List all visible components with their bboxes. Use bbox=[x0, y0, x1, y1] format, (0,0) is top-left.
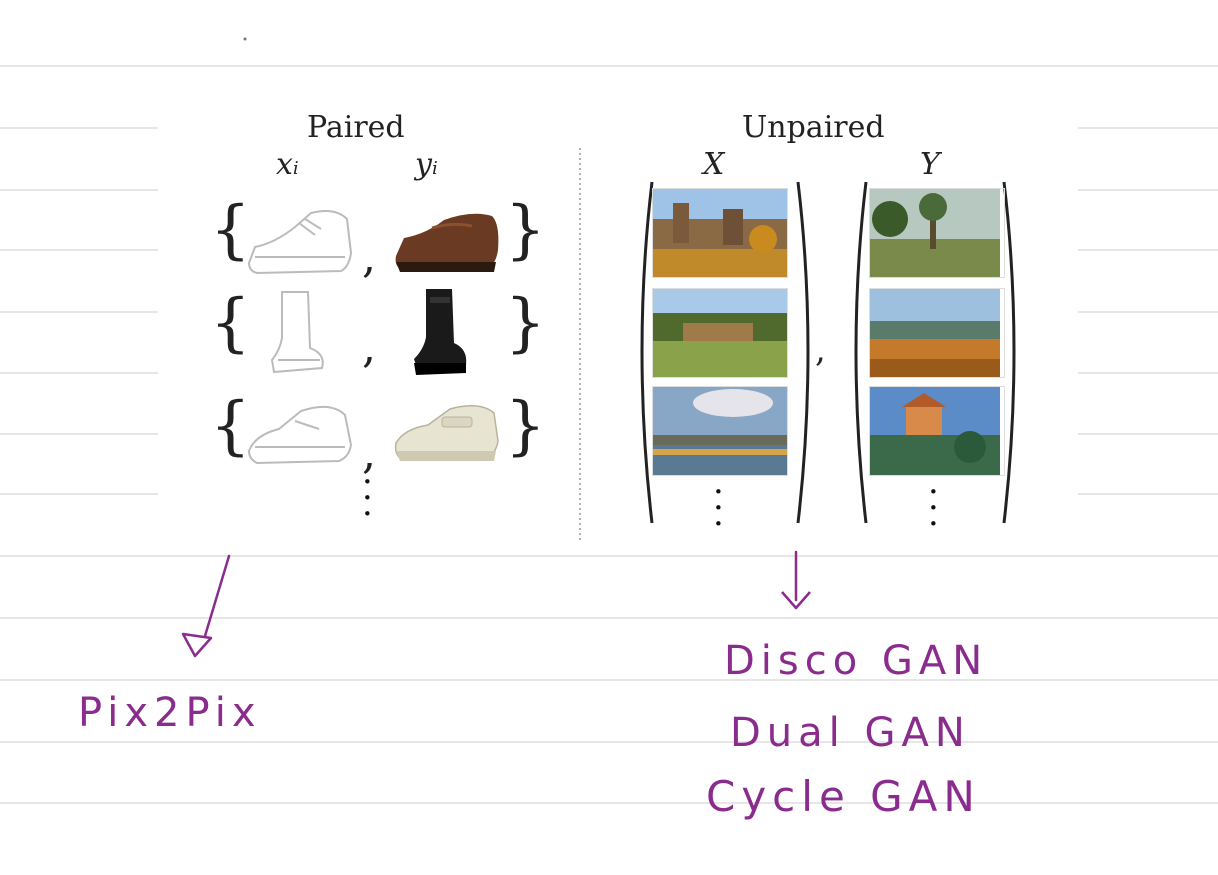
shoe-sketch-icon bbox=[247, 210, 353, 275]
right-brace: } bbox=[505, 193, 546, 267]
paired-y-label: yi bbox=[415, 147, 438, 182]
painting-landscape bbox=[869, 188, 1005, 278]
left-paren bbox=[854, 181, 868, 524]
ellipsis-dots: · · · bbox=[928, 472, 939, 544]
ellipsis-dots: · · · bbox=[713, 472, 724, 544]
pix2pix-label: Pix2Pix bbox=[78, 690, 262, 736]
photo-river bbox=[652, 386, 788, 476]
ellipsis-dots: · · · bbox=[362, 462, 373, 534]
disco-gan-label: Disco GAN bbox=[724, 638, 989, 684]
white-shoe-icon bbox=[394, 405, 499, 461]
right-brace: } bbox=[505, 389, 546, 463]
comma: , bbox=[362, 232, 376, 283]
arrow-down-left-icon bbox=[181, 554, 231, 658]
unpaired-title: Unpaired bbox=[742, 110, 885, 145]
painting-fields bbox=[869, 288, 1005, 378]
section-divider bbox=[579, 148, 581, 540]
left-brace: { bbox=[210, 286, 251, 360]
comma: , bbox=[815, 330, 826, 370]
comma: , bbox=[362, 322, 376, 373]
dual-gan-label: Dual GAN bbox=[730, 710, 971, 756]
painting-house bbox=[869, 386, 1005, 476]
photo-castle bbox=[652, 188, 788, 278]
unpaired-x-label: X bbox=[703, 147, 725, 182]
paired-x-label: xi bbox=[276, 147, 299, 182]
paired-title: Paired bbox=[307, 110, 405, 145]
black-boot-icon bbox=[414, 289, 467, 375]
boot-sketch-icon bbox=[270, 291, 324, 374]
cycle-gan-label: Cycle GAN bbox=[706, 772, 981, 821]
photo-field bbox=[652, 288, 788, 378]
shoe-sketch-icon bbox=[247, 405, 353, 465]
arrow-down-icon bbox=[781, 550, 811, 610]
brown-shoe-icon bbox=[395, 213, 499, 272]
right-brace: } bbox=[505, 286, 546, 360]
unpaired-y-label: Y bbox=[920, 147, 940, 182]
